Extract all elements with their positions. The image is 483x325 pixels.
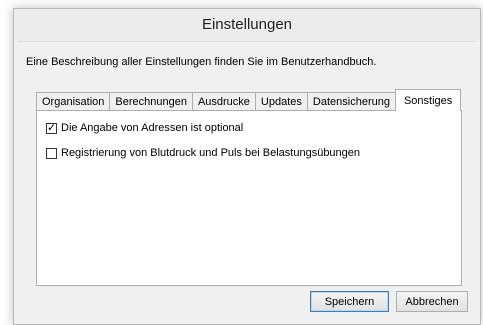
title-bar[interactable]: Einstellungen bbox=[14, 9, 480, 40]
tab-organisation[interactable]: Organisation bbox=[36, 92, 111, 111]
tab-berechnungen[interactable]: Berechnungen bbox=[109, 92, 193, 111]
tab-label: Updates bbox=[260, 96, 302, 108]
option-blood-pressure-registration[interactable]: Registrierung von Blutdruck und Puls bei… bbox=[46, 147, 360, 159]
tab-label: Berechnungen bbox=[115, 96, 187, 108]
option-addresses-optional[interactable]: ✓ Die Angabe von Adressen ist optional bbox=[46, 120, 244, 134]
tab-label: Datensicherung bbox=[312, 96, 390, 108]
tab-label: Sonstiges bbox=[403, 94, 453, 107]
save-button[interactable]: Speichern bbox=[310, 291, 389, 312]
addresses-optional-checkbox[interactable]: ✓ bbox=[46, 120, 57, 134]
blood-pressure-registration-label: Registrierung von Blutdruck und Puls bei… bbox=[61, 147, 361, 159]
cancel-button-label: Abbrechen bbox=[405, 295, 459, 308]
blood-pressure-registration-checkbox[interactable] bbox=[46, 147, 57, 159]
tab-label: Organisation bbox=[42, 96, 105, 108]
addresses-optional-label: Die Angabe von Adressen ist optional bbox=[61, 122, 244, 134]
tab-strip: Organisation Berechnungen Ausdrucke Upda… bbox=[36, 89, 462, 111]
tab-label: Ausdrucke bbox=[197, 96, 250, 108]
tab-panel-sonstiges: ✓ Die Angabe von Adressen ist optional R… bbox=[36, 110, 462, 286]
window-title: Einstellungen bbox=[201, 16, 293, 33]
tab-sonstiges[interactable]: Sonstiges bbox=[394, 89, 462, 111]
cancel-button[interactable]: Abbrechen bbox=[396, 291, 468, 312]
tab-ausdrucke[interactable]: Ausdrucke bbox=[191, 92, 256, 111]
settings-dialog: Einstellungen Eine Beschreibung aller Ei… bbox=[13, 8, 481, 325]
tab-updates[interactable]: Updates bbox=[254, 92, 308, 111]
save-button-label: Speichern bbox=[324, 295, 375, 308]
tab-datensicherung[interactable]: Datensicherung bbox=[306, 92, 396, 111]
description-text: Eine Beschreibung aller Einstellungen fi… bbox=[26, 56, 377, 68]
checkmark-icon: ✓ bbox=[47, 120, 57, 134]
